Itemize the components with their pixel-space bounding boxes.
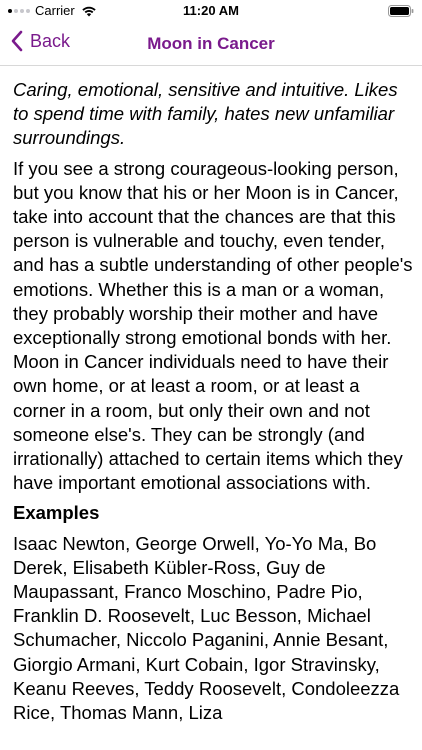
examples-heading: Examples (13, 502, 100, 524)
app-screen: Carrier 11:20 AM Back Moon in Cancer Car… (0, 0, 422, 750)
status-bar: Carrier 11:20 AM (0, 0, 422, 22)
examples-list: Isaac Newton, George Orwell, Yo-Yo Ma, B… (13, 532, 400, 724)
page-title: Moon in Cancer (147, 34, 275, 53)
intro-text: Caring, emotional, sensitive and intuiti… (13, 79, 398, 149)
article-content: Caring, emotional, sensitive and intuiti… (13, 78, 414, 725)
navigation-bar: Back Moon in Cancer (0, 22, 422, 66)
status-time: 11:20 AM (183, 3, 239, 18)
description-text: If you see a strong courageous-looking p… (13, 157, 413, 494)
battery-icon (388, 5, 414, 17)
